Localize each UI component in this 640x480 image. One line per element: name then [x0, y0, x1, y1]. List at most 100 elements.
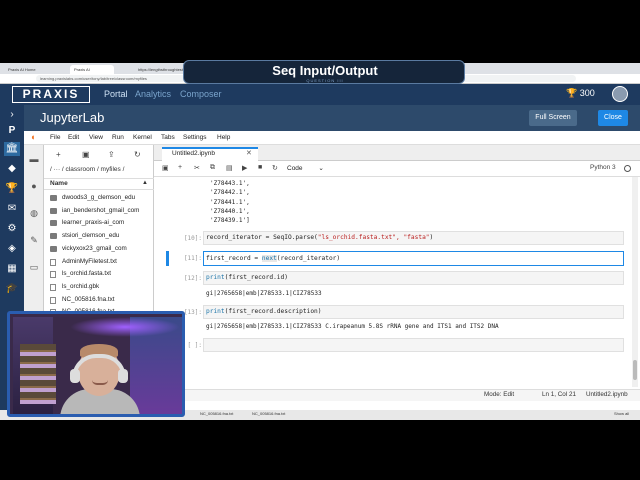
chart-icon[interactable]: ▦ — [4, 262, 20, 276]
trophy-icon[interactable]: 🏆 — [4, 182, 20, 196]
cut-icon[interactable]: ✂ — [194, 164, 200, 172]
output-line: 'Z78443.1', — [210, 180, 250, 188]
close-tab-icon[interactable]: ✕ — [246, 149, 252, 157]
output-line: 'Z78441.1', — [210, 198, 250, 206]
code-line: first_record = next(record_iterator) — [206, 255, 340, 262]
folder-icon — [50, 233, 57, 240]
headphone-ear — [70, 369, 80, 383]
code-builtin: print — [206, 274, 225, 281]
code-text: (record_iterator) — [276, 255, 341, 262]
scrollbar-thumb[interactable] — [633, 360, 637, 380]
running-icon[interactable]: ● — [28, 180, 40, 192]
cell-prompt: [12]: — [183, 275, 202, 282]
name-column-label: Name — [50, 180, 68, 187]
kernel-name[interactable]: Python 3 — [590, 164, 616, 171]
breadcrumb[interactable]: / ··· / classroom / myfiles / — [50, 166, 124, 173]
code-call: SeqIO.parse( — [273, 234, 318, 241]
expand-icon[interactable]: › — [4, 108, 20, 122]
file-icon — [50, 283, 56, 291]
menu-view[interactable]: View — [89, 134, 103, 141]
wrench-icon[interactable]: ✎ — [28, 234, 40, 246]
file-name: learner_praxis-ai_com — [62, 219, 125, 227]
upload-icon[interactable]: ⇪ — [108, 150, 115, 159]
praxis-logo[interactable]: PRAXIS — [12, 86, 90, 103]
empty-code-cell[interactable] — [203, 338, 624, 352]
code-string: "ls_orchid.fasta.txt", "fasta" — [317, 234, 430, 241]
chevron-down-icon: ⌄ — [318, 165, 324, 172]
code-line: print(first_record.id) — [206, 274, 288, 281]
code-builtin: print — [206, 308, 225, 315]
nav-composer[interactable]: Composer — [180, 89, 222, 99]
browser-tab[interactable]: Praxis AI Home — [4, 65, 48, 74]
praxis-p-icon[interactable]: P — [4, 124, 20, 138]
copy-icon[interactable]: ⧉ — [210, 164, 215, 172]
video-subtitle: QUESTION III — [306, 78, 344, 83]
headphone-ear — [118, 369, 128, 383]
nav-portal[interactable]: Portal — [104, 89, 128, 99]
points-display: 🏆 300 — [566, 88, 595, 99]
menu-kernel[interactable]: Kernel — [133, 134, 152, 141]
new-folder-icon[interactable]: ▣ — [82, 150, 90, 159]
praxis-topbar — [0, 84, 640, 105]
notebook-scrollbar[interactable] — [632, 177, 638, 387]
file-name: ls_orchid.fasta.txt — [62, 270, 111, 278]
kernel-status-icon — [624, 165, 631, 172]
add-cell-icon[interactable]: + — [178, 164, 182, 171]
file-name: ls_orchid.gbk — [62, 282, 100, 290]
file-name: dwoods3_g_clemson_edu — [62, 194, 136, 201]
menu-edit[interactable]: Edit — [68, 134, 79, 141]
mail-icon[interactable]: ✉ — [4, 202, 20, 216]
browser-tab-active[interactable]: Praxis AI — [70, 65, 114, 74]
settings-icon[interactable]: ⚙ — [4, 222, 20, 236]
file-name: stsiori_clemson_edu — [62, 232, 120, 240]
gem-icon[interactable]: ◆ — [4, 162, 20, 176]
menu-help[interactable]: Help — [217, 134, 230, 141]
file-icon — [50, 296, 56, 304]
person-smile — [92, 380, 108, 385]
jupyter-title: JupyterLab — [40, 110, 105, 125]
sort-arrow-icon[interactable]: ▲ — [142, 180, 148, 186]
download-item[interactable]: NC_005816.fna.txt — [252, 411, 285, 416]
grad-cap-icon[interactable]: 🎓 — [4, 282, 20, 296]
stop-icon[interactable]: ■ — [258, 164, 262, 171]
status-cursor-position: Ln 1, Col 21 — [542, 391, 576, 398]
output-line: 'Z78439.1'] — [210, 217, 250, 224]
file-icon — [50, 271, 56, 279]
file-name: ian_bendershot_gmail_com — [62, 206, 140, 214]
save-icon[interactable]: ▣ — [162, 164, 169, 172]
nav-analytics[interactable]: Analytics — [135, 89, 171, 99]
file-name: vickyxox23_gmail_com — [62, 244, 127, 252]
close-button[interactable]: Close — [598, 110, 628, 126]
palette-icon[interactable]: ◍ — [28, 207, 40, 219]
menu-settings[interactable]: Settings — [183, 134, 207, 141]
restart-icon[interactable]: ↻ — [272, 164, 278, 172]
folder-icon[interactable]: ▬ — [28, 153, 40, 165]
jupyter-logo-icon: ◖ — [30, 132, 36, 142]
full-screen-button[interactable]: Full Screen — [529, 110, 577, 126]
file-name: AdminMyFiletest.txt — [62, 257, 117, 265]
new-launcher-icon[interactable]: + — [56, 150, 61, 159]
code-text: ) — [429, 234, 434, 241]
menu-file[interactable]: File — [50, 134, 60, 141]
paste-icon[interactable]: ▤ — [226, 164, 233, 172]
menu-run[interactable]: Run — [112, 134, 124, 141]
cell-prompt: [11]: — [183, 255, 202, 262]
code-icon[interactable]: ◈ — [4, 242, 20, 256]
user-avatar[interactable] — [612, 86, 628, 102]
browser-tab[interactable]: https://lengthsthroughtestedstick... — [134, 65, 184, 74]
video-title-overlay: Seq Input/Output QUESTION III — [183, 60, 465, 84]
folder-icon — [50, 245, 57, 252]
folder-icon — [50, 220, 57, 227]
file-icon — [50, 258, 56, 266]
download-item[interactable]: NC_005816.fna.txt — [200, 411, 233, 416]
tabs-icon[interactable]: ▭ — [28, 261, 40, 273]
refresh-icon[interactable]: ↻ — [134, 150, 141, 159]
show-all-downloads[interactable]: Show all — [614, 411, 629, 416]
menu-tabs[interactable]: Tabs — [161, 134, 175, 141]
output-line: 'Z78442.1', — [210, 189, 250, 197]
cell-prompt: [10]: — [183, 235, 202, 242]
cell-type-select[interactable]: Code ⌄ — [287, 164, 324, 172]
run-icon[interactable]: ▶ — [242, 164, 247, 172]
code-text: (first_record.id) — [224, 274, 288, 281]
classroom-icon[interactable]: 🏛 — [4, 142, 20, 156]
